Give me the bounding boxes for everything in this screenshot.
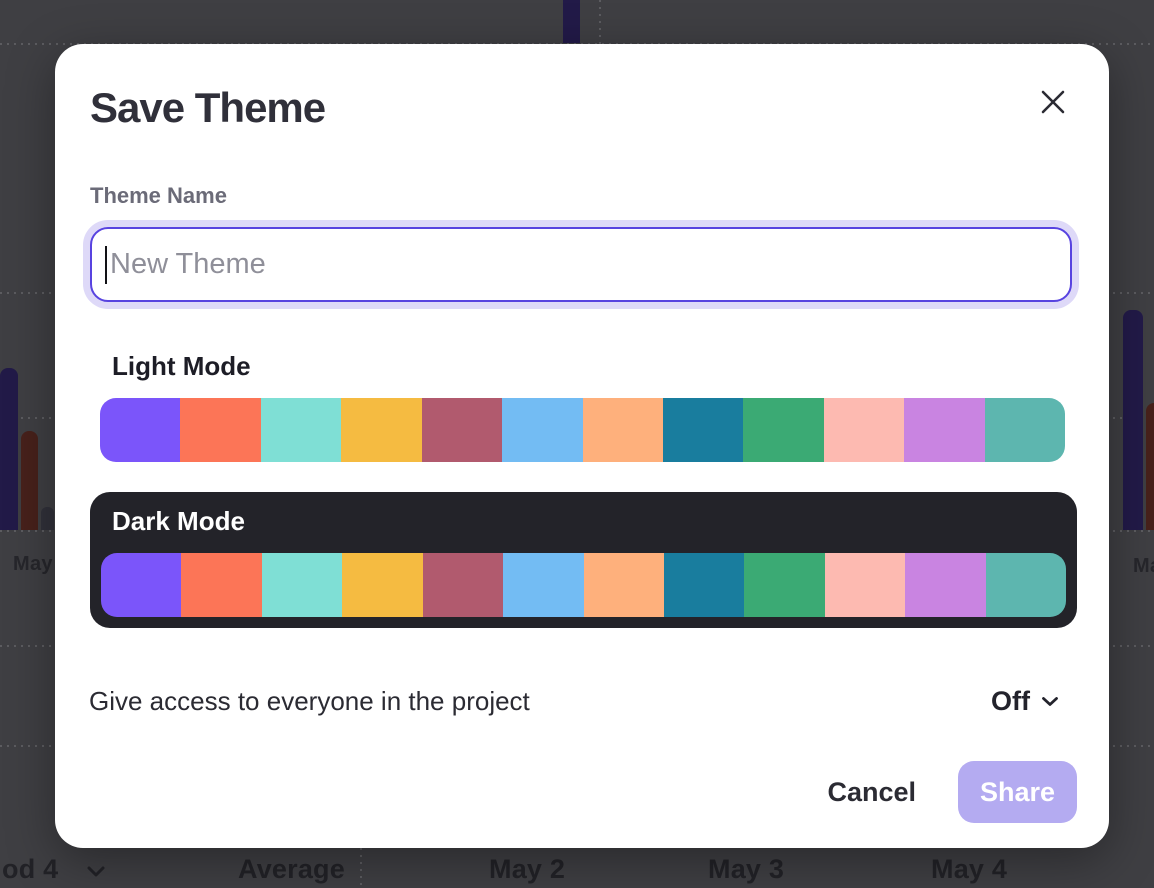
close-icon	[1040, 89, 1066, 115]
access-row: Give access to everyone in the project O…	[89, 678, 1059, 724]
gridline-vertical	[360, 848, 362, 888]
bar-navy-top	[563, 0, 580, 43]
x-axis-label: od 4	[2, 854, 58, 884]
palette-swatch	[423, 553, 503, 617]
gridline-vertical	[599, 0, 601, 44]
palette-swatch	[663, 398, 743, 462]
dialog-title: Save Theme	[90, 84, 325, 132]
access-label: Give access to everyone in the project	[89, 686, 530, 717]
chevron-down-icon	[86, 865, 106, 877]
palette-swatch	[100, 398, 180, 462]
light-mode-label: Light Mode	[112, 351, 251, 382]
x-axis-label: May 2	[489, 854, 565, 885]
palette-swatch	[583, 398, 663, 462]
theme-name-input[interactable]	[90, 227, 1072, 302]
x-axis-label: May	[13, 553, 53, 576]
dark-mode-palette	[101, 553, 1066, 617]
palette-swatch	[502, 398, 582, 462]
dialog-actions: Cancel Share	[827, 761, 1077, 823]
bar-maroon-left	[21, 431, 38, 530]
palette-swatch	[584, 553, 664, 617]
x-axis-label: May 3	[708, 854, 784, 885]
palette-swatch	[986, 553, 1066, 617]
chevron-down-icon	[1041, 696, 1059, 707]
palette-swatch	[262, 553, 342, 617]
palette-swatch	[341, 398, 421, 462]
theme-name-label: Theme Name	[90, 183, 227, 209]
close-button[interactable]	[1037, 86, 1069, 118]
theme-name-field-wrap	[90, 227, 1072, 302]
bar-navy-left	[0, 368, 18, 530]
palette-swatch	[825, 553, 905, 617]
share-button[interactable]: Share	[958, 761, 1077, 823]
palette-swatch	[101, 553, 181, 617]
palette-swatch	[181, 553, 261, 617]
cancel-button[interactable]: Cancel	[827, 777, 916, 808]
access-dropdown[interactable]: Off	[991, 686, 1059, 717]
dark-mode-label: Dark Mode	[112, 506, 245, 537]
save-theme-dialog: Save Theme Theme Name Light Mode Dark Mo…	[55, 44, 1109, 848]
palette-swatch	[985, 398, 1065, 462]
access-value: Off	[991, 686, 1030, 717]
palette-swatch	[904, 398, 984, 462]
bar-navy-right	[1123, 310, 1143, 530]
text-caret	[105, 246, 107, 284]
x-axis-dropdown: od 4	[2, 854, 106, 885]
palette-swatch	[422, 398, 502, 462]
x-axis-label: May 4	[931, 854, 1007, 885]
palette-swatch	[744, 553, 824, 617]
x-axis-label: Average	[238, 854, 345, 885]
x-axis-label: Ma	[1133, 555, 1154, 578]
bar-gray-left	[41, 507, 54, 530]
palette-swatch	[905, 553, 985, 617]
palette-swatch	[180, 398, 260, 462]
dark-mode-card: Dark Mode	[90, 492, 1077, 628]
palette-swatch	[342, 553, 422, 617]
palette-swatch	[261, 398, 341, 462]
palette-swatch	[743, 398, 823, 462]
palette-swatch	[824, 398, 904, 462]
screen: May Ma od 4 Average May 2 May 3 May 4 Sa…	[0, 0, 1154, 888]
palette-swatch	[503, 553, 583, 617]
palette-swatch	[664, 553, 744, 617]
bar-maroon-right	[1146, 403, 1154, 530]
light-mode-palette	[100, 398, 1065, 462]
